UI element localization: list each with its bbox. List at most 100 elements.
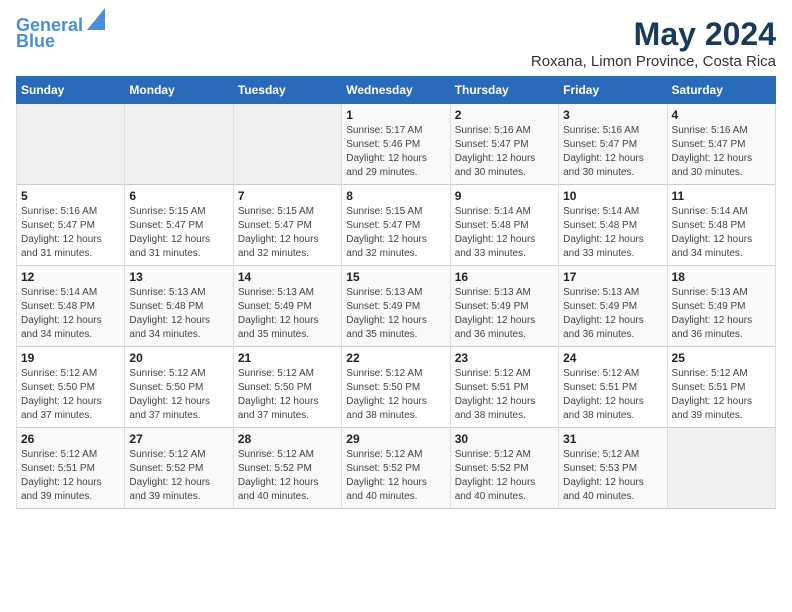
day-number: 24 bbox=[563, 351, 662, 365]
calendar-cell: 7 Sunrise: 5:15 AM Sunset: 5:47 PM Daylig… bbox=[233, 185, 341, 266]
day-number: 12 bbox=[21, 270, 120, 284]
day-info: Sunrise: 5:12 AM Sunset: 5:51 PM Dayligh… bbox=[672, 367, 771, 423]
day-number: 15 bbox=[346, 270, 445, 284]
month-year-title: May 2024 bbox=[531, 16, 776, 53]
calendar-cell: 16 Sunrise: 5:13 AM Sunset: 5:49 PM Dayli… bbox=[450, 266, 558, 347]
day-info: Sunrise: 5:12 AM Sunset: 5:50 PM Dayligh… bbox=[238, 367, 337, 423]
day-info: Sunrise: 5:13 AM Sunset: 5:48 PM Dayligh… bbox=[129, 286, 228, 342]
calendar-cell: 4 Sunrise: 5:16 AM Sunset: 5:47 PM Daylig… bbox=[667, 104, 775, 185]
day-number: 13 bbox=[129, 270, 228, 284]
day-number: 3 bbox=[563, 108, 662, 122]
day-number: 17 bbox=[563, 270, 662, 284]
day-info: Sunrise: 5:16 AM Sunset: 5:47 PM Dayligh… bbox=[563, 124, 662, 180]
day-number: 4 bbox=[672, 108, 771, 122]
calendar-cell: 27 Sunrise: 5:12 AM Sunset: 5:52 PM Dayli… bbox=[125, 428, 233, 509]
calendar-cell: 29 Sunrise: 5:12 AM Sunset: 5:52 PM Dayli… bbox=[342, 428, 450, 509]
day-number: 9 bbox=[455, 189, 554, 203]
calendar-cell bbox=[125, 104, 233, 185]
day-number: 28 bbox=[238, 432, 337, 446]
day-info: Sunrise: 5:12 AM Sunset: 5:51 PM Dayligh… bbox=[455, 367, 554, 423]
day-number: 26 bbox=[21, 432, 120, 446]
day-header-thursday: Thursday bbox=[450, 77, 558, 104]
day-info: Sunrise: 5:13 AM Sunset: 5:49 PM Dayligh… bbox=[672, 286, 771, 342]
day-number: 23 bbox=[455, 351, 554, 365]
day-header-tuesday: Tuesday bbox=[233, 77, 341, 104]
day-info: Sunrise: 5:15 AM Sunset: 5:47 PM Dayligh… bbox=[238, 205, 337, 261]
calendar-cell: 21Sunrise: 5:12 AM Sunset: 5:50 PM Dayli… bbox=[233, 347, 341, 428]
calendar-header-row: SundayMondayTuesdayWednesdayThursdayFrid… bbox=[17, 77, 776, 104]
calendar-cell: 22 Sunrise: 5:12 AM Sunset: 5:50 PM Dayli… bbox=[342, 347, 450, 428]
page-header: General Blue May 2024 Roxana, Limon Prov… bbox=[16, 16, 776, 70]
day-number: 20 bbox=[129, 351, 228, 365]
day-info: Sunrise: 5:16 AM Sunset: 5:47 PM Dayligh… bbox=[455, 124, 554, 180]
calendar-week-row: 12 Sunrise: 5:14 AM Sunset: 5:48 PM Dayli… bbox=[17, 266, 776, 347]
calendar-cell: 20 Sunrise: 5:12 AM Sunset: 5:50 PM Dayli… bbox=[125, 347, 233, 428]
calendar-week-row: 19 Sunrise: 5:12 AM Sunset: 5:50 PM Dayli… bbox=[17, 347, 776, 428]
day-header-sunday: Sunday bbox=[17, 77, 125, 104]
day-number: 6 bbox=[129, 189, 228, 203]
calendar-cell: 23 Sunrise: 5:12 AM Sunset: 5:51 PM Dayli… bbox=[450, 347, 558, 428]
day-info: Sunrise: 5:12 AM Sunset: 5:51 PM Dayligh… bbox=[563, 367, 662, 423]
day-info: Sunrise: 5:13 AM Sunset: 5:49 PM Dayligh… bbox=[238, 286, 337, 342]
calendar-cell: 5 Sunrise: 5:16 AM Sunset: 5:47 PM Daylig… bbox=[17, 185, 125, 266]
day-info: Sunrise: 5:14 AM Sunset: 5:48 PM Dayligh… bbox=[672, 205, 771, 261]
day-info: Sunrise: 5:12 AM Sunset: 5:51 PM Dayligh… bbox=[21, 448, 120, 504]
calendar-cell: 13 Sunrise: 5:13 AM Sunset: 5:48 PM Dayli… bbox=[125, 266, 233, 347]
day-number: 27 bbox=[129, 432, 228, 446]
calendar-cell: 14 Sunrise: 5:13 AM Sunset: 5:49 PM Dayli… bbox=[233, 266, 341, 347]
calendar-table: SundayMondayTuesdayWednesdayThursdayFrid… bbox=[16, 76, 776, 509]
calendar-cell bbox=[17, 104, 125, 185]
day-info: Sunrise: 5:12 AM Sunset: 5:50 PM Dayligh… bbox=[346, 367, 445, 423]
day-number: 29 bbox=[346, 432, 445, 446]
calendar-cell: 28 Sunrise: 5:12 AM Sunset: 5:52 PM Dayli… bbox=[233, 428, 341, 509]
day-number: 5 bbox=[21, 189, 120, 203]
day-info: Sunrise: 5:12 AM Sunset: 5:52 PM Dayligh… bbox=[346, 448, 445, 504]
calendar-cell: 2 Sunrise: 5:16 AM Sunset: 5:47 PM Daylig… bbox=[450, 104, 558, 185]
day-info: Sunrise: 5:13 AM Sunset: 5:49 PM Dayligh… bbox=[455, 286, 554, 342]
day-info: Sunrise: 5:13 AM Sunset: 5:49 PM Dayligh… bbox=[346, 286, 445, 342]
day-info: Sunrise: 5:14 AM Sunset: 5:48 PM Dayligh… bbox=[455, 205, 554, 261]
day-number: 25 bbox=[672, 351, 771, 365]
day-number: 16 bbox=[455, 270, 554, 284]
day-header-saturday: Saturday bbox=[667, 77, 775, 104]
title-block: May 2024 Roxana, Limon Province, Costa R… bbox=[531, 16, 776, 70]
day-number: 2 bbox=[455, 108, 554, 122]
logo-icon bbox=[87, 8, 105, 30]
day-info: Sunrise: 5:16 AM Sunset: 5:47 PM Dayligh… bbox=[672, 124, 771, 180]
day-number: 30 bbox=[455, 432, 554, 446]
day-info: Sunrise: 5:16 AM Sunset: 5:47 PM Dayligh… bbox=[21, 205, 120, 261]
day-info: Sunrise: 5:14 AM Sunset: 5:48 PM Dayligh… bbox=[21, 286, 120, 342]
day-number: 18 bbox=[672, 270, 771, 284]
calendar-cell: 17 Sunrise: 5:13 AM Sunset: 5:49 PM Dayli… bbox=[559, 266, 667, 347]
calendar-week-row: 5 Sunrise: 5:16 AM Sunset: 5:47 PM Daylig… bbox=[17, 185, 776, 266]
day-info: Sunrise: 5:15 AM Sunset: 5:47 PM Dayligh… bbox=[346, 205, 445, 261]
day-info: Sunrise: 5:13 AM Sunset: 5:49 PM Dayligh… bbox=[563, 286, 662, 342]
calendar-cell: 15 Sunrise: 5:13 AM Sunset: 5:49 PM Dayli… bbox=[342, 266, 450, 347]
day-number: 22 bbox=[346, 351, 445, 365]
calendar-cell: 8 Sunrise: 5:15 AM Sunset: 5:47 PM Daylig… bbox=[342, 185, 450, 266]
calendar-cell: 26 Sunrise: 5:12 AM Sunset: 5:51 PM Dayli… bbox=[17, 428, 125, 509]
day-number: 11 bbox=[672, 189, 771, 203]
calendar-cell bbox=[233, 104, 341, 185]
day-number: 19 bbox=[21, 351, 120, 365]
day-info: Sunrise: 5:12 AM Sunset: 5:50 PM Dayligh… bbox=[129, 367, 228, 423]
day-info: Sunrise: 5:12 AM Sunset: 5:52 PM Dayligh… bbox=[455, 448, 554, 504]
day-info: Sunrise: 5:12 AM Sunset: 5:52 PM Dayligh… bbox=[129, 448, 228, 504]
calendar-cell: 30 Sunrise: 5:12 AM Sunset: 5:52 PM Dayli… bbox=[450, 428, 558, 509]
day-info: Sunrise: 5:15 AM Sunset: 5:47 PM Dayligh… bbox=[129, 205, 228, 261]
calendar-cell: 6 Sunrise: 5:15 AM Sunset: 5:47 PM Daylig… bbox=[125, 185, 233, 266]
day-info: Sunrise: 5:12 AM Sunset: 5:53 PM Dayligh… bbox=[563, 448, 662, 504]
day-number: 31 bbox=[563, 432, 662, 446]
location-subtitle: Roxana, Limon Province, Costa Rica bbox=[531, 53, 776, 70]
day-number: 14 bbox=[238, 270, 337, 284]
logo: General Blue bbox=[16, 16, 105, 52]
day-info: Sunrise: 5:12 AM Sunset: 5:52 PM Dayligh… bbox=[238, 448, 337, 504]
calendar-week-row: 26 Sunrise: 5:12 AM Sunset: 5:51 PM Dayli… bbox=[17, 428, 776, 509]
day-number: 7 bbox=[238, 189, 337, 203]
calendar-cell: 12 Sunrise: 5:14 AM Sunset: 5:48 PM Dayli… bbox=[17, 266, 125, 347]
day-number: 8 bbox=[346, 189, 445, 203]
calendar-cell: 24 Sunrise: 5:12 AM Sunset: 5:51 PM Dayli… bbox=[559, 347, 667, 428]
logo-blue-text: Blue bbox=[16, 32, 55, 52]
calendar-cell: 11 Sunrise: 5:14 AM Sunset: 5:48 PM Dayli… bbox=[667, 185, 775, 266]
calendar-cell bbox=[667, 428, 775, 509]
